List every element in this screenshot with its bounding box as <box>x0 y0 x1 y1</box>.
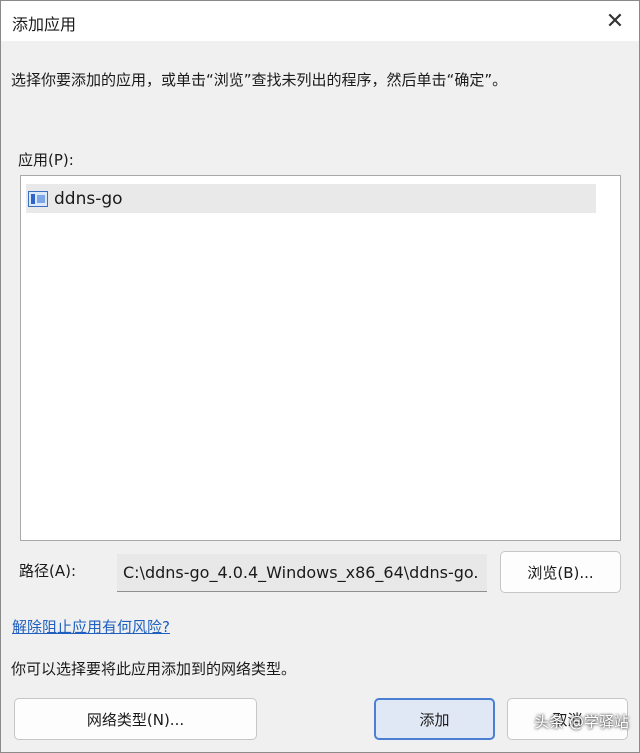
network-type-text: 你可以选择要将此应用添加到的网络类型。 <box>11 660 297 678</box>
add-app-dialog: 添加应用 ✕ 选择你要添加的应用，或单击“浏览”查找未列出的程序，然后单击“确定… <box>0 0 640 753</box>
list-item-label: ddns-go <box>54 188 123 209</box>
network-types-button[interactable]: 网络类型(N)... <box>14 698 257 740</box>
list-item-ddns-go[interactable]: ddns-go <box>26 184 596 213</box>
apps-label: 应用(P): <box>18 151 74 169</box>
path-label: 路径(A): <box>19 562 77 580</box>
dialog-title: 添加应用 <box>12 15 77 34</box>
risk-help-link[interactable]: 解除阻止应用有何风险? <box>12 616 170 637</box>
instruction-text: 选择你要添加的应用，或单击“浏览”查找未列出的程序，然后单击“确定”。 <box>11 71 508 89</box>
browse-button[interactable]: 浏览(B)... <box>500 551 621 593</box>
close-icon: ✕ <box>605 8 625 34</box>
app-window-icon <box>28 190 48 207</box>
close-button[interactable]: ✕ <box>599 5 631 37</box>
path-input[interactable]: C:\ddns-go_4.0.4_Windows_x86_64\ddns-go. <box>117 554 487 592</box>
add-button[interactable]: 添加 <box>374 698 495 740</box>
title-bar: 添加应用 ✕ <box>1 1 639 41</box>
watermark: 头条 @学驿站 <box>534 713 629 731</box>
apps-listbox[interactable]: ddns-go <box>20 175 621 541</box>
